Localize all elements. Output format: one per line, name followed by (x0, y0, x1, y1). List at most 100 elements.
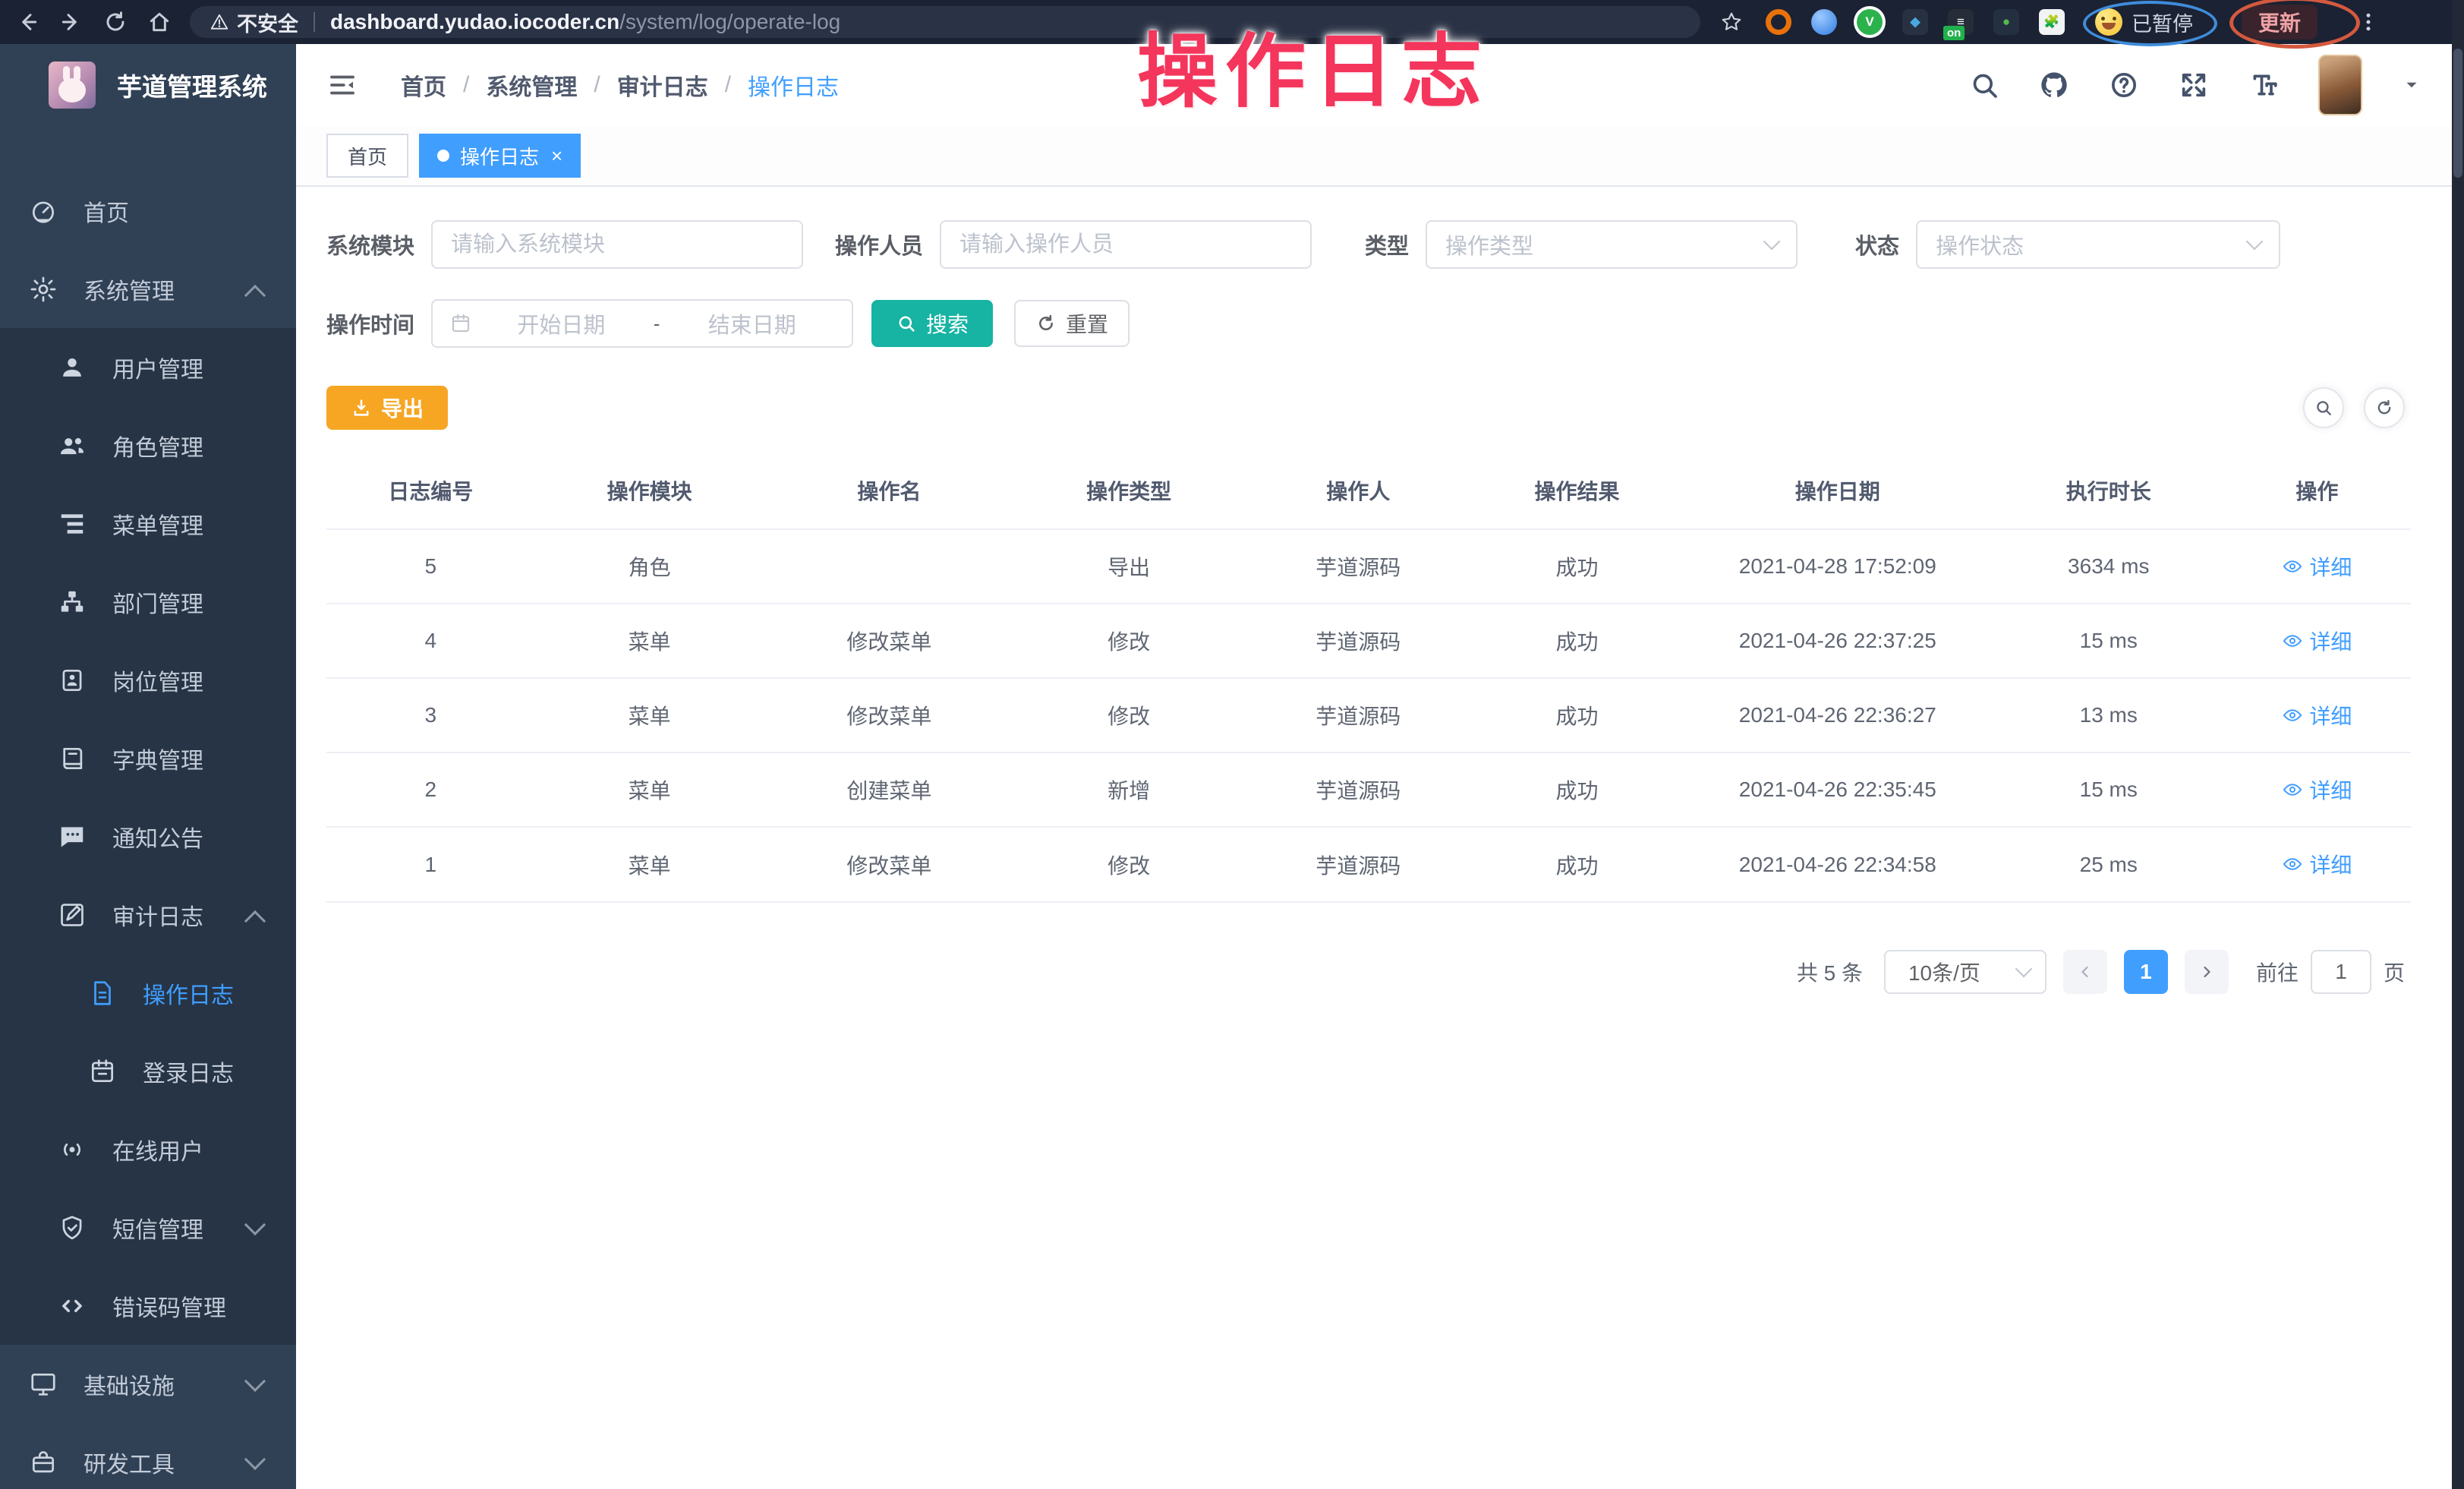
column-header: 操作人 (1243, 456, 1473, 529)
tab-operate-log[interactable]: 操作日志× (419, 134, 581, 178)
browser-scrollbar[interactable] (2452, 0, 2464, 1489)
sidebar: 芋道管理系统 首页系统管理用户管理角色管理菜单管理部门管理岗位管理字典管理通知公… (0, 44, 296, 1489)
cell-date: 2021-04-28 17:52:09 (1681, 529, 1994, 604)
browser-back-icon[interactable] (11, 5, 44, 39)
cell-name: 修改菜单 (764, 678, 1015, 752)
bookmark-star-icon[interactable] (1720, 11, 1743, 33)
header-search-icon[interactable] (1969, 70, 1999, 100)
warning-triangle-icon (210, 12, 229, 32)
column-header: 执行时长 (1994, 456, 2223, 529)
user-avatar[interactable] (2318, 55, 2362, 115)
avatar-caret-down-icon[interactable] (2402, 75, 2421, 95)
cell-duration: 25 ms (1994, 827, 2223, 901)
browser-forward-icon[interactable] (55, 5, 88, 39)
page-size-select[interactable]: 10条/页 (1884, 950, 2047, 994)
post-icon (58, 666, 87, 695)
sidebar-item-online-users[interactable]: 在线用户 (0, 1110, 296, 1188)
browser-update-button[interactable]: 更新 (2242, 5, 2317, 39)
extension-puzzle-icon[interactable]: 🧩 (2039, 9, 2065, 35)
date-range-picker[interactable]: 开始日期 - 结束日期 (431, 299, 853, 348)
sidebar-item-post-mgmt[interactable]: 岗位管理 (0, 641, 296, 719)
breadcrumb-item[interactable]: 系统管理 (486, 68, 577, 102)
browser-home-icon[interactable] (143, 5, 176, 39)
cell-operator: 芋道源码 (1243, 529, 1473, 604)
prev-page-button[interactable] (2063, 950, 2107, 994)
sidebar-collapse-icon[interactable] (326, 69, 358, 101)
refresh-table-button[interactable] (2364, 387, 2405, 428)
audit-icon (58, 901, 87, 929)
github-icon[interactable] (2039, 70, 2069, 100)
help-icon[interactable] (2109, 70, 2139, 100)
filter-row-1: 系统模块 操作人员 类型 操作类型 状态 (326, 220, 2450, 269)
chevron-down-icon (1763, 233, 1781, 251)
browser-reload-icon[interactable] (99, 5, 132, 39)
cell-action: 详细 (2223, 529, 2411, 604)
detail-link[interactable]: 详细 (2282, 626, 2352, 656)
hide-search-button[interactable] (2303, 387, 2344, 428)
tab-home[interactable]: 首页 (326, 134, 408, 178)
sidebar-item-label: 字典管理 (112, 742, 203, 775)
extension-green-v-icon[interactable]: V (1857, 9, 1883, 35)
close-tab-icon[interactable]: × (551, 146, 562, 166)
active-tab-dot (437, 150, 449, 162)
breadcrumb-item[interactable]: 审计日志 (617, 68, 708, 102)
sidebar-item-login-log[interactable]: 登录日志 (0, 1032, 296, 1110)
extension-orange-ring-icon[interactable] (1766, 9, 1791, 35)
browser-address-bar[interactable]: 不安全 dashboard.yudao.iocoder.cn/system/lo… (190, 6, 1700, 38)
detail-link[interactable]: 详细 (2282, 774, 2352, 805)
sidebar-item-home[interactable]: 首页 (0, 172, 296, 250)
sidebar-item-system-mgmt[interactable]: 系统管理 (0, 250, 296, 328)
goto-page-input[interactable] (2311, 950, 2371, 994)
breadcrumb-item[interactable]: 首页 (401, 68, 446, 102)
update-label: 更新 (2258, 7, 2301, 37)
export-button[interactable]: 导出 (326, 386, 448, 430)
detail-link[interactable]: 详细 (2282, 700, 2352, 730)
sidebar-item-audit-log[interactable]: 审计日志 (0, 875, 296, 954)
sidebar-item-dept-mgmt[interactable]: 部门管理 (0, 563, 296, 641)
cell-date: 2021-04-26 22:36:27 (1681, 678, 1994, 752)
font-size-icon[interactable] (2248, 70, 2279, 100)
column-header: 日志编号 (326, 456, 535, 529)
column-header: 操作日期 (1681, 456, 1994, 529)
sidebar-item-user-mgmt[interactable]: 用户管理 (0, 328, 296, 406)
detail-link[interactable]: 详细 (2282, 849, 2352, 879)
sidebar-item-role-mgmt[interactable]: 角色管理 (0, 406, 296, 484)
sidebar-item-label: 登录日志 (143, 1055, 234, 1088)
search-button[interactable]: 搜索 (871, 300, 993, 347)
fullscreen-icon[interactable] (2179, 70, 2209, 100)
profile-paused-chip[interactable]: 已暂停 (2091, 5, 2208, 39)
extension-blue-gem-icon[interactable]: ◆ (1902, 9, 1928, 35)
sidebar-item-dev-tools[interactable]: 研发工具 (0, 1423, 296, 1489)
sidebar-item-infrastructure[interactable]: 基础设施 (0, 1345, 296, 1423)
sidebar-item-error-code-mgmt[interactable]: 错误码管理 (0, 1267, 296, 1345)
scrollbar-thumb[interactable] (2453, 49, 2462, 178)
extension-dark-list-icon[interactable]: ≡on (1948, 9, 1974, 35)
reset-button[interactable]: 重置 (1014, 300, 1130, 347)
cell-action: 详细 (2223, 604, 2411, 678)
operator-input[interactable] (959, 232, 1292, 257)
sidebar-item-notice[interactable]: 通知公告 (0, 797, 296, 875)
next-page-button[interactable] (2185, 950, 2229, 994)
extension-green-leaf-icon[interactable]: ● (1993, 9, 2019, 35)
system-module-input[interactable] (451, 232, 783, 257)
browser-menu-kebab-icon[interactable] (2357, 11, 2380, 33)
sidebar-item-dict-mgmt[interactable]: 字典管理 (0, 719, 296, 797)
sidebar-item-label: 短信管理 (112, 1211, 203, 1245)
cell-duration: 15 ms (1994, 752, 2223, 827)
app-logo-row[interactable]: 芋道管理系统 (0, 44, 296, 126)
sidebar-item-sms-mgmt[interactable]: 短信管理 (0, 1188, 296, 1267)
sidebar-item-operate-log[interactable]: 操作日志 (0, 954, 296, 1032)
type-select[interactable]: 操作类型 (1426, 220, 1798, 269)
page-number-1[interactable]: 1 (2124, 950, 2168, 994)
sidebar-item-label: 首页 (83, 194, 129, 228)
sidebar-item-menu-mgmt[interactable]: 菜单管理 (0, 484, 296, 563)
table-row: 3菜单修改菜单修改芋道源码成功2021-04-26 22:36:2713 ms详… (326, 678, 2411, 752)
status-select[interactable]: 操作状态 (1916, 220, 2280, 269)
detail-link[interactable]: 详细 (2282, 551, 2352, 582)
sidebar-item-label: 操作日志 (143, 976, 234, 1010)
extension-blue-pin-icon[interactable] (1811, 9, 1837, 35)
extensions-row: V ◆ ≡on ● 🧩 (1766, 9, 2065, 35)
detail-link-label: 详细 (2309, 774, 2352, 805)
column-header: 操作 (2223, 456, 2411, 529)
filter-form: 系统模块 操作人员 类型 操作类型 状态 (296, 187, 2450, 348)
